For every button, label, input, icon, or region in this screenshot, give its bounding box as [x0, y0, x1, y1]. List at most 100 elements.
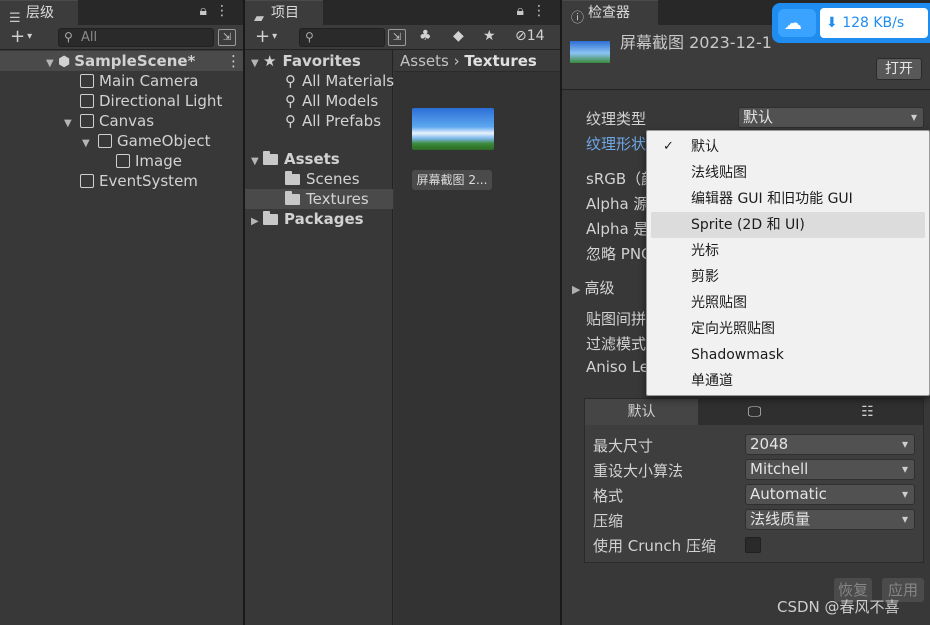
gameobject-icon: [80, 94, 94, 108]
more-icon[interactable]: ⋮: [532, 3, 554, 19]
favorite-item-models[interactable]: ⚲ All Models: [285, 91, 378, 111]
scene-more-icon[interactable]: ⋮: [226, 51, 241, 71]
server-icon: ☷: [861, 404, 874, 420]
folder-icon: [285, 191, 300, 205]
folder-textures[interactable]: Textures: [245, 189, 393, 209]
menu-item-label: Shadowmask: [691, 347, 784, 363]
texture-asset-thumbnail[interactable]: [412, 108, 494, 150]
lock-icon[interactable]: 🔒︎: [200, 3, 215, 19]
favorites-label: Favorites: [282, 52, 361, 70]
watermark-text: CSDN @春风不喜: [777, 598, 900, 616]
hierarchy-item-directional-light[interactable]: Directional Light: [80, 91, 222, 111]
item-label: Textures: [306, 190, 369, 208]
favorite-item-materials[interactable]: ⚲ All Materials: [285, 71, 394, 91]
collapse-arrow-icon[interactable]: ▶: [251, 212, 263, 232]
lock-icon[interactable]: 🔒︎: [517, 3, 532, 19]
menu-item-editor-gui[interactable]: 编辑器 GUI 和旧功能 GUI: [651, 186, 925, 212]
project-search-input[interactable]: ⚲: [299, 28, 385, 47]
hierarchy-tab-icons: 🔒︎⋮: [200, 3, 237, 19]
open-button[interactable]: 打开: [876, 58, 922, 80]
hierarchy-item-gameobject[interactable]: ▼ GameObject: [82, 131, 211, 151]
menu-item-label: 剪影: [691, 269, 719, 285]
menu-item-sprite[interactable]: Sprite (2D 和 UI): [651, 212, 925, 238]
menu-item-shadowmask[interactable]: Shadowmask: [651, 342, 925, 368]
breadcrumb: Assets › Textures: [394, 50, 560, 72]
menu-item-cursor[interactable]: 光标: [651, 238, 925, 264]
hierarchy-tabbar: ☰ 层级 🔒︎⋮: [0, 0, 243, 26]
folder-scenes[interactable]: Scenes: [285, 169, 360, 189]
filter-type-icon[interactable]: ♣: [419, 28, 432, 44]
hidden-count: 14: [526, 28, 545, 44]
packages-label: Packages: [284, 210, 364, 228]
add-button[interactable]: + ▾: [10, 26, 32, 47]
speed-value: 128 KB/s: [842, 15, 905, 31]
hierarchy-item-image[interactable]: Image: [116, 151, 182, 171]
menu-item-single-channel[interactable]: 单通道: [651, 368, 925, 394]
expand-arrow-icon[interactable]: ▼: [251, 54, 263, 74]
more-icon[interactable]: ⋮: [215, 3, 237, 19]
search-icon: ⚲: [285, 112, 296, 130]
max-size-dropdown[interactable]: 2048: [745, 434, 915, 455]
tab-inspector-label: 检查器: [588, 5, 630, 21]
tab-platform-standalone[interactable]: 🖵: [698, 399, 811, 425]
favorite-star-icon[interactable]: ★: [483, 28, 496, 44]
tab-project-label: 项目: [271, 5, 299, 21]
tab-platform-server[interactable]: ☷: [811, 399, 924, 425]
hierarchy-item-main-camera[interactable]: Main Camera: [80, 71, 198, 91]
advanced-foldout[interactable]: ▶ 高级: [572, 277, 614, 298]
folder-icon: [263, 211, 278, 225]
menu-item-label: Sprite (2D 和 UI): [691, 217, 805, 233]
favorite-item-prefabs[interactable]: ⚲ All Prefabs: [285, 111, 381, 131]
menu-item-directional-lightmap[interactable]: 定向光照贴图: [651, 316, 925, 342]
filter-mode-label: 过滤模式: [586, 335, 647, 353]
compression-dropdown[interactable]: 法线质量: [745, 509, 915, 530]
filter-label-icon[interactable]: ◆: [453, 28, 464, 44]
menu-item-lightmap[interactable]: 光照贴图: [651, 290, 925, 316]
chevron-right-icon: ›: [453, 52, 465, 70]
search-filter-button[interactable]: ⇲: [388, 29, 406, 46]
unity-scene-icon: ⬢: [58, 54, 71, 70]
expand-arrow-icon[interactable]: ▼: [82, 134, 98, 154]
scene-row[interactable]: ▼ ⬢ SampleScene* ⋮: [0, 51, 243, 71]
network-speed-widget[interactable]: ☁ ⬇ 128 KB/s: [772, 3, 930, 43]
expand-arrow-icon[interactable]: ▼: [46, 54, 58, 74]
search-icon: ⚲: [285, 92, 296, 110]
menu-item-cookie[interactable]: 剪影: [651, 264, 925, 290]
texture-shape-label[interactable]: 纹理形状: [586, 133, 646, 154]
hierarchy-item-canvas[interactable]: ▼ Canvas: [64, 111, 154, 131]
gameobject-icon: [98, 134, 112, 148]
search-filter-button[interactable]: ⇲: [218, 29, 236, 46]
item-label: EventSystem: [99, 172, 198, 190]
tab-platform-default[interactable]: 默认: [585, 399, 698, 425]
menu-item-normal-map[interactable]: 法线贴图: [651, 160, 925, 186]
tab-project[interactable]: ▰ 项目: [245, 0, 323, 26]
texture-type-dropdown[interactable]: 默认: [738, 107, 924, 128]
format-dropdown[interactable]: Automatic: [745, 484, 915, 505]
breadcrumb-current[interactable]: Textures: [464, 52, 536, 70]
expand-arrow-icon[interactable]: ▼: [251, 152, 263, 172]
resize-algorithm-dropdown[interactable]: Mitchell: [745, 459, 915, 480]
packages-row[interactable]: ▶ Packages: [251, 209, 364, 229]
download-arrow-icon: ⬇: [826, 15, 838, 31]
hierarchy-search-input[interactable]: ⚲ All: [58, 28, 214, 47]
tab-inspector[interactable]: ⓘ 检查器: [562, 0, 658, 26]
crunch-checkbox[interactable]: [745, 537, 761, 553]
project-toolbar: + ▾ ⚲ ⇲ ♣ ◆ ★ ⊘14: [245, 25, 560, 50]
folder-open-icon: [263, 151, 278, 165]
hidden-packages-toggle[interactable]: ⊘14: [515, 28, 545, 44]
assets-label: Assets: [284, 150, 340, 168]
menu-item-default[interactable]: ✓ 默认: [651, 134, 925, 160]
hierarchy-item-eventsystem[interactable]: EventSystem: [80, 171, 198, 191]
item-label: Scenes: [306, 170, 360, 188]
item-label: Image: [135, 152, 182, 170]
asset-title: 屏幕截图 2023-12-1: [620, 33, 772, 52]
breadcrumb-root[interactable]: Assets: [400, 52, 449, 70]
expand-arrow-icon[interactable]: ▼: [64, 114, 80, 134]
favorites-row[interactable]: ▼ ★ Favorites: [251, 51, 361, 71]
crunch-label: 使用 Crunch 压缩: [593, 537, 716, 555]
menu-item-label: 定向光照贴图: [691, 321, 775, 337]
texture-asset-label[interactable]: 屏幕截图 2...: [412, 170, 492, 190]
assets-row[interactable]: ▼ Assets: [251, 149, 340, 169]
create-button[interactable]: + ▾: [255, 26, 277, 47]
tab-hierarchy[interactable]: ☰ 层级: [0, 0, 78, 26]
